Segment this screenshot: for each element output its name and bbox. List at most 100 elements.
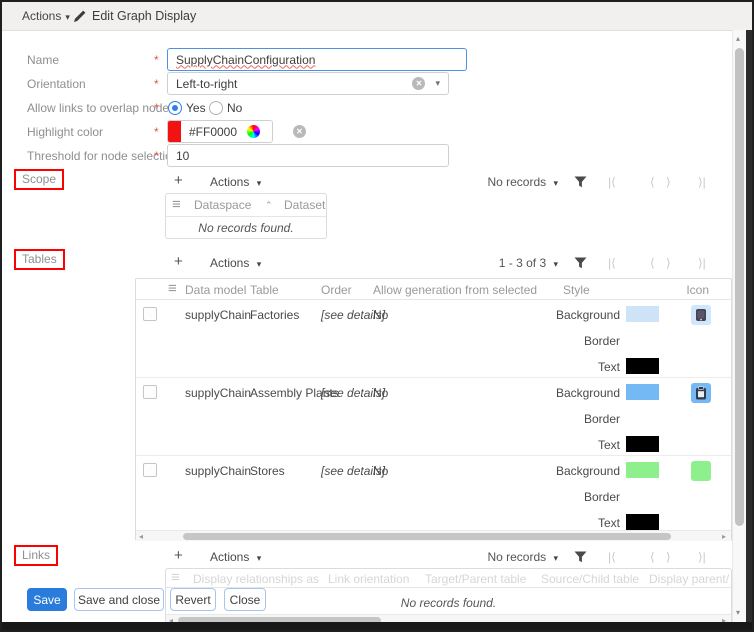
chevron-down-icon[interactable]: ▾ xyxy=(435,78,440,89)
chevron-down-icon: ▾ xyxy=(256,553,262,563)
color-swatch xyxy=(168,121,181,142)
close-button[interactable]: Close xyxy=(224,588,266,611)
filter-icon[interactable] xyxy=(574,257,587,272)
tables-annotation-box: Tables xyxy=(14,249,65,270)
scope-add-button[interactable]: + xyxy=(174,173,183,188)
row-checkbox[interactable] xyxy=(143,385,157,399)
threshold-input[interactable]: 10 xyxy=(167,144,449,167)
style-label-background: Background xyxy=(555,386,620,400)
links-actions-button[interactable]: Actions ▾ xyxy=(210,550,261,564)
table-row: supplyChain Factories [see details] No Backg… xyxy=(136,300,731,378)
highlight-color-picker[interactable]: #FF0000 xyxy=(167,120,273,143)
links-records-label: No records xyxy=(487,550,547,564)
first-page-icon[interactable]: |⟨ xyxy=(608,550,616,564)
filter-icon[interactable] xyxy=(574,176,587,191)
overlap-yes-radio[interactable] xyxy=(168,101,182,115)
color-wheel-icon[interactable] xyxy=(247,125,261,138)
orientation-select[interactable]: Left-to-right ✕ ▾ xyxy=(167,72,449,95)
clear-icon[interactable]: ✕ xyxy=(412,77,426,90)
row-checkbox[interactable] xyxy=(143,307,157,321)
revert-button[interactable]: Revert xyxy=(170,588,216,611)
scope-table-body: No records found. xyxy=(166,217,326,239)
col-table[interactable]: Table xyxy=(250,283,279,297)
tables-records-dropdown[interactable]: 1 - 3 of 3 ▾ xyxy=(440,256,558,270)
text-color-swatch xyxy=(626,436,659,452)
last-page-icon[interactable]: ⟩| xyxy=(698,256,706,270)
col-order[interactable]: Order xyxy=(321,283,352,297)
tables-section-label: Tables xyxy=(22,252,57,266)
tables-rows: supplyChain Factories [see details] No Backg… xyxy=(136,300,731,533)
prev-page-icon[interactable]: ⟨ xyxy=(650,175,655,189)
last-page-icon[interactable]: ⟩| xyxy=(698,175,706,189)
chevron-down-icon: ▾ xyxy=(65,12,70,22)
next-page-icon[interactable]: ⟩ xyxy=(666,256,671,270)
tables-actions-button[interactable]: Actions ▾ xyxy=(210,256,261,270)
scrollbar-thumb[interactable] xyxy=(183,533,671,540)
required-marker: * xyxy=(154,77,159,91)
scroll-right-icon[interactable]: ▸ xyxy=(722,532,726,541)
col-style[interactable]: Style xyxy=(563,283,590,297)
scope-actions-button[interactable]: Actions ▾ xyxy=(210,175,261,189)
name-input[interactable]: SupplyChainConfiguration xyxy=(167,48,467,71)
cell-table: Factories xyxy=(250,308,300,322)
tables-horizontal-scrollbar[interactable]: ◂ ▸ xyxy=(136,530,731,541)
save-and-close-label: Save and close xyxy=(77,592,161,607)
links-actions-label: Actions xyxy=(210,550,250,564)
first-page-icon[interactable]: |⟨ xyxy=(608,175,616,189)
scroll-left-icon[interactable]: ◂ xyxy=(139,532,143,541)
save-and-close-button[interactable]: Save and close xyxy=(74,588,164,611)
paintbrush-icon xyxy=(73,9,87,26)
scope-col-dataspace[interactable]: Dataspace xyxy=(194,198,251,212)
tables-add-button[interactable]: + xyxy=(174,254,183,269)
required-marker: * xyxy=(154,149,159,163)
save-button[interactable]: Save xyxy=(27,588,67,611)
scroll-up-icon[interactable]: ▴ xyxy=(736,34,740,43)
col-data-model[interactable]: Data model xyxy=(185,283,246,297)
next-page-icon[interactable]: ⟩ xyxy=(666,175,671,189)
overlap-label: Allow links to overlap nodes xyxy=(27,101,176,115)
hamburger-menu-icon[interactable]: ≡ xyxy=(168,281,177,296)
edit-graph-display-window: Actions ▾ Edit Graph Display Name * Suppl… xyxy=(0,0,754,632)
chevron-down-icon: ▾ xyxy=(256,178,262,188)
table-row: supplyChain Assembly Plants [see details] N… xyxy=(136,378,731,456)
background-color-swatch xyxy=(626,384,659,400)
clipboard-icon xyxy=(691,383,711,403)
filter-icon[interactable] xyxy=(574,551,587,566)
last-page-icon[interactable]: ⟩| xyxy=(698,550,706,564)
clear-icon[interactable]: ✕ xyxy=(293,125,306,138)
scope-col-dataset[interactable]: Dataset xyxy=(284,198,325,212)
next-page-icon[interactable]: ⟩ xyxy=(666,550,671,564)
scrollbar-thumb[interactable] xyxy=(735,48,744,526)
hamburger-menu-icon[interactable]: ≡ xyxy=(172,197,181,212)
col-allow-generation[interactable]: Allow generation from selected xyxy=(373,283,545,297)
overlap-no-radio[interactable] xyxy=(209,101,223,115)
threshold-value: 10 xyxy=(176,148,190,163)
tables-table-header: ≡ Data model Table Order Allow generatio… xyxy=(136,279,731,300)
hamburger-menu-icon: ≡ xyxy=(171,569,180,586)
row-checkbox[interactable] xyxy=(143,463,157,477)
links-section-label: Links xyxy=(22,548,51,562)
style-label-text: Text xyxy=(597,360,620,374)
overlap-yes-label: Yes xyxy=(186,101,206,115)
cell-data-model: supplyChain xyxy=(185,464,252,478)
links-annotation-box: Links xyxy=(14,545,59,566)
tables-actions-label: Actions xyxy=(210,256,250,270)
first-page-icon[interactable]: |⟨ xyxy=(608,256,616,270)
prev-page-icon[interactable]: ⟨ xyxy=(650,550,655,564)
links-records-dropdown[interactable]: No records ▾ xyxy=(440,550,558,564)
prev-page-icon[interactable]: ⟨ xyxy=(650,256,655,270)
style-label-border: Border xyxy=(583,334,620,348)
style-label-background: Background xyxy=(555,308,620,322)
links-add-button[interactable]: + xyxy=(174,548,183,563)
orientation-label: Orientation xyxy=(27,77,86,91)
scope-records-dropdown[interactable]: No records ▾ xyxy=(440,175,558,189)
scroll-down-icon[interactable]: ▾ xyxy=(736,608,740,617)
scope-actions-label: Actions xyxy=(210,175,250,189)
scope-records-label: No records xyxy=(487,175,547,189)
col-icon[interactable]: Icon xyxy=(656,283,709,297)
actions-menu[interactable]: Actions ▾ xyxy=(22,9,70,23)
vertical-scrollbar[interactable]: ▴ ▾ xyxy=(732,30,746,622)
text-color-swatch xyxy=(626,514,659,530)
required-marker: * xyxy=(154,101,159,115)
scope-section-label: Scope xyxy=(22,172,57,186)
